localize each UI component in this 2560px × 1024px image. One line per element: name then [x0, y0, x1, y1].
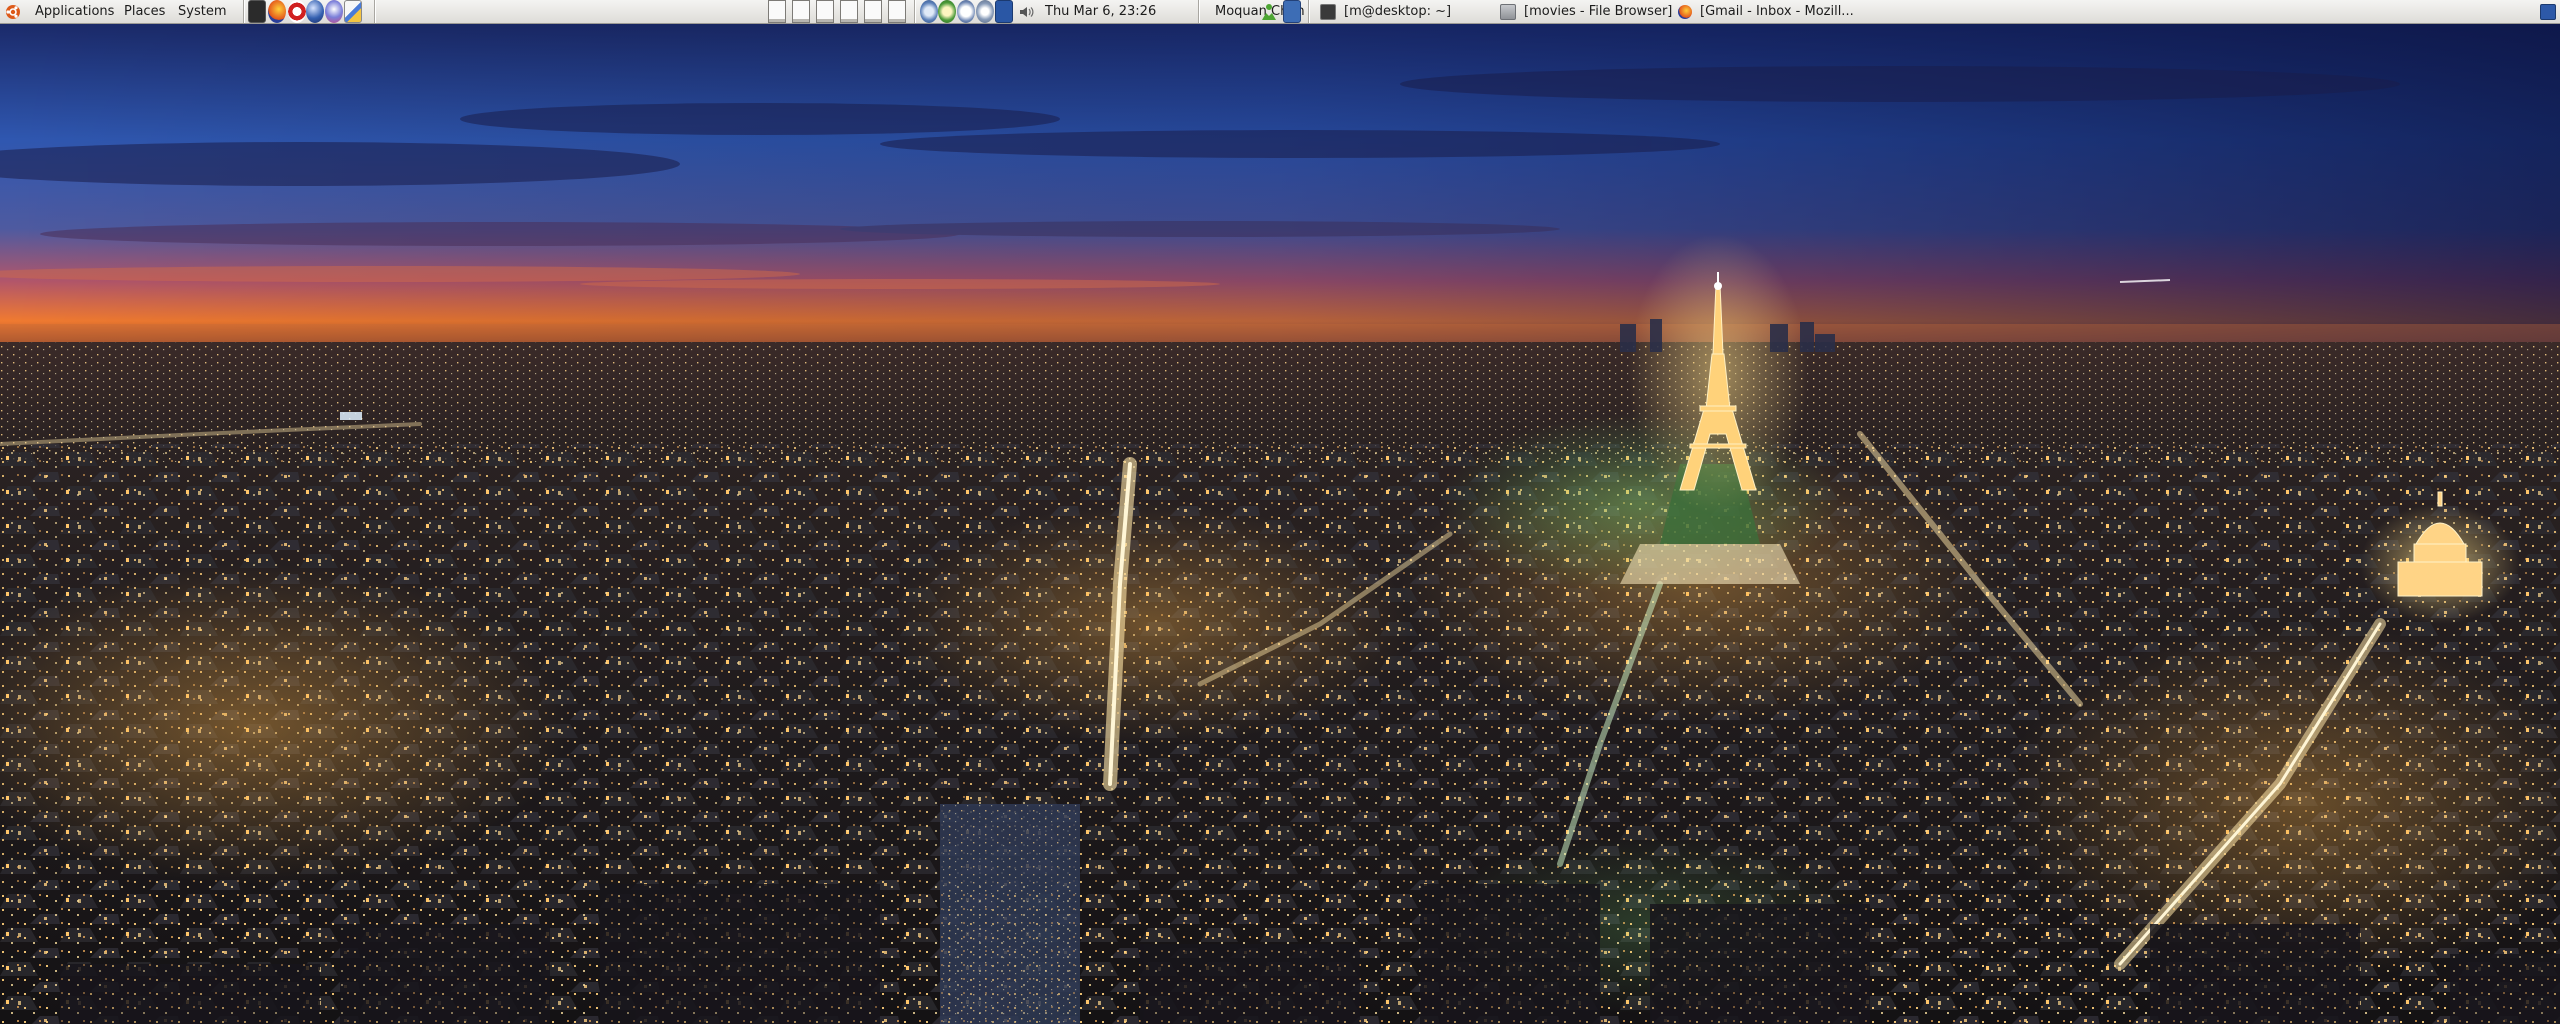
top-panel: Applications Places System Thu Mar 6, 23… [0, 0, 2560, 24]
help-icon[interactable] [288, 0, 306, 23]
volume-icon[interactable] [1018, 0, 1034, 23]
folder-icon [1500, 3, 1516, 20]
panel-separator [1198, 0, 1200, 23]
user-status-icon[interactable] [1259, 0, 1279, 23]
task-label: [Gmail - Inbox - Mozill... [1700, 4, 1854, 19]
browser-icon[interactable] [306, 0, 324, 23]
terminal-icon[interactable] [248, 0, 266, 23]
mail-icon[interactable] [325, 0, 343, 23]
network-icon[interactable] [920, 0, 938, 23]
task-terminal[interactable]: [m@desktop: ~] [1320, 0, 1451, 23]
workspace-6[interactable] [888, 0, 906, 23]
workspace-4[interactable] [840, 0, 858, 23]
task-label: [m@desktop: ~] [1344, 4, 1452, 19]
paris-night-panorama [0, 24, 2560, 1024]
distro-logo-icon[interactable] [5, 0, 21, 23]
editor-icon[interactable] [344, 0, 362, 23]
system-menu[interactable]: System [176, 0, 228, 23]
panel-separator [914, 0, 916, 23]
panel-separator [243, 0, 245, 23]
workspace-2[interactable] [792, 0, 810, 23]
task-label: [movies - File Browser] [1524, 4, 1673, 19]
display-icon[interactable] [995, 0, 1013, 23]
clock[interactable]: Thu Mar 6, 23:26 [1045, 0, 1156, 23]
firefox-icon[interactable] [268, 0, 286, 23]
panel-separator [374, 0, 376, 23]
firefox-icon [1678, 4, 1692, 19]
desktop-wallpaper [0, 24, 2560, 1024]
applications-menu[interactable]: Applications [33, 0, 116, 23]
settings-icon[interactable] [976, 0, 994, 23]
show-desktop-icon[interactable] [1283, 0, 1301, 23]
terminal-icon [1320, 3, 1336, 20]
task-file-browser[interactable]: [movies - File Browser] [1500, 0, 1672, 23]
places-menu[interactable]: Places [122, 0, 167, 23]
update-icon[interactable] [938, 0, 956, 23]
panel-separator [1308, 0, 1310, 23]
workspace-1[interactable] [768, 0, 786, 23]
workspace-3[interactable] [816, 0, 834, 23]
clock-applet-icon[interactable] [957, 0, 975, 23]
workspace-5[interactable] [864, 0, 882, 23]
task-firefox[interactable]: [Gmail - Inbox - Mozill... [1678, 0, 1854, 23]
notification-icon[interactable] [2540, 4, 2556, 20]
